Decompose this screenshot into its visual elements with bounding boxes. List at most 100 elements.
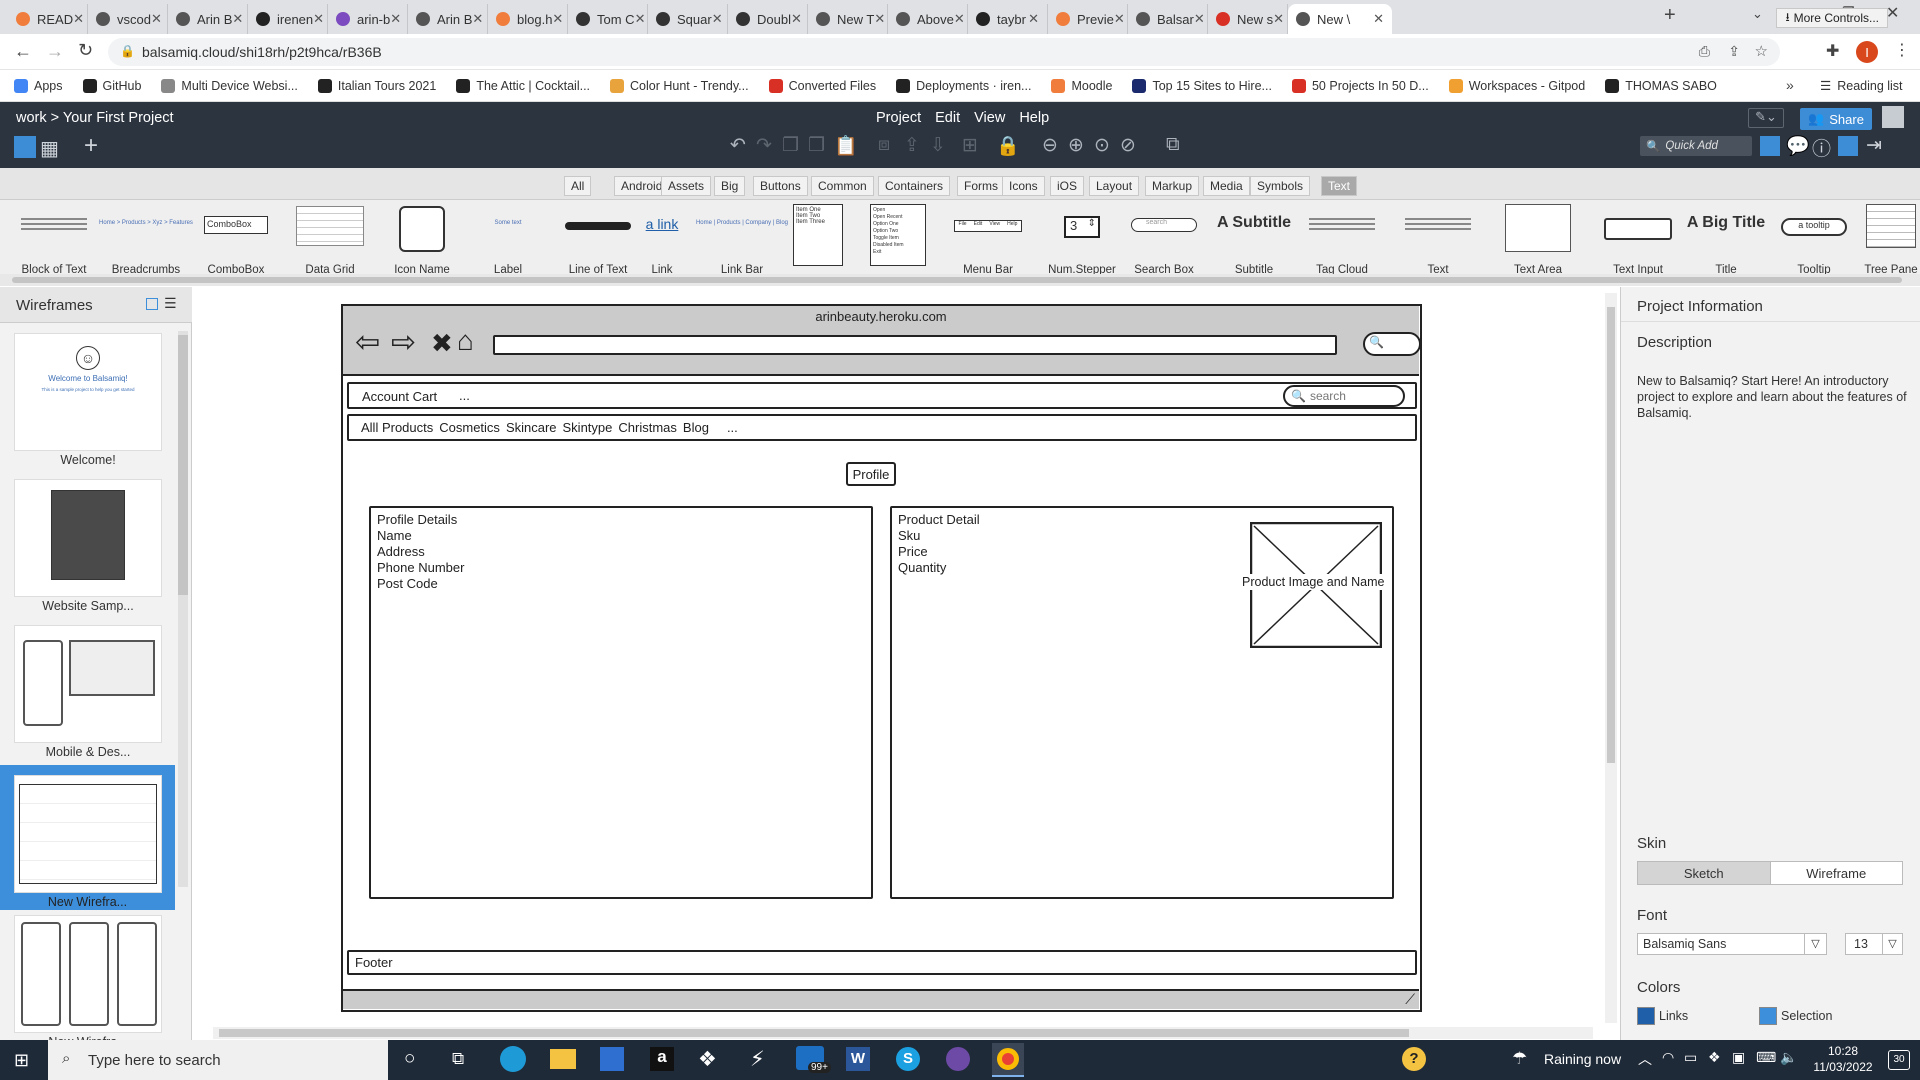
selection-color-swatch[interactable]: Selection	[1759, 1007, 1832, 1025]
wireframes-scrollbar[interactable]	[178, 331, 188, 887]
library-scrollbar[interactable]	[0, 274, 1920, 286]
browser-tab[interactable]: Squar ✕	[648, 4, 728, 34]
bookmark-item[interactable]: Italian Tours 2021	[317, 78, 436, 93]
wireframe-page-item[interactable]: ☺ Welcome to Balsamiq! This is a sample pr…	[14, 333, 162, 473]
wireframe-page-item[interactable]: New Wirefra...	[14, 915, 162, 1055]
close-tab-icon[interactable]: ✕	[1114, 11, 1125, 27]
file-explorer-icon[interactable]	[550, 1049, 576, 1069]
dropbox-tray-icon[interactable]: ❖	[1708, 1049, 1721, 1066]
library-item-line-of-text[interactable]: Line of Text	[556, 200, 640, 284]
bookmark-item[interactable]: Apps	[14, 78, 63, 93]
presentation-icon[interactable]: ⧉	[1166, 134, 1180, 156]
notification-badge[interactable]: 30	[1888, 1050, 1910, 1070]
info-icon[interactable]: ⓘ	[1812, 134, 1831, 161]
menu-project[interactable]: Project	[876, 110, 921, 126]
tab-search-icon[interactable]: ⌄	[1752, 6, 1763, 22]
close-tab-icon[interactable]: ✕	[313, 11, 324, 27]
actual-size-icon[interactable]: ⊙	[1094, 134, 1110, 157]
user-avatar[interactable]	[1882, 106, 1904, 128]
library-item-tree-pane[interactable]: Tree Pane	[1862, 200, 1920, 284]
font-size-select[interactable]: 13 ▽	[1845, 933, 1903, 955]
dropbox-icon[interactable]: ❖	[698, 1047, 717, 1072]
library-item-link[interactable]: a link Link	[632, 200, 692, 284]
bookmark-item[interactable]: Workspaces - Gitpod	[1448, 78, 1585, 93]
library-tab-symbols[interactable]: Symbols	[1250, 176, 1311, 196]
forward-icon[interactable]: →	[46, 41, 64, 62]
edit-mode-icon[interactable]: ✎⌄	[1748, 108, 1784, 128]
close-tab-icon[interactable]: ✕	[954, 11, 965, 27]
canvas-h-scroll-thumb[interactable]	[219, 1029, 1409, 1037]
edge-icon[interactable]	[500, 1046, 526, 1072]
bookmark-item[interactable]: Deployments · iren...	[896, 78, 1031, 93]
library-item-menu-bar[interactable]: File Edit View Help Menu Bar	[946, 200, 1030, 284]
add-wireframe-icon[interactable]: +	[84, 132, 98, 160]
ui-library-icon[interactable]	[1760, 136, 1780, 156]
bookmark-item[interactable]: Moodle	[1051, 78, 1112, 93]
word-icon[interactable]: W	[846, 1047, 870, 1071]
library-item-text-input[interactable]: Text Input	[1596, 200, 1680, 284]
clock[interactable]: 10:28 11/03/2022	[1804, 1043, 1882, 1075]
library-item-combobox[interactable]: ComboBox ComboBox	[194, 200, 278, 284]
bookmark-item[interactable]: GitHub	[82, 78, 141, 93]
skype-icon[interactable]: S	[896, 1047, 920, 1071]
close-tab-icon[interactable]: ✕	[1273, 11, 1284, 27]
zoom-out-icon[interactable]: ⊖	[1042, 134, 1058, 157]
browser-tab[interactable]: Above ✕	[888, 4, 968, 34]
library-item-search-box[interactable]: search Search Box	[1122, 200, 1206, 284]
browser-tab[interactable]: Previe ✕	[1048, 4, 1128, 34]
display-icon[interactable]: ▣	[1732, 1049, 1745, 1066]
full-screen-icon[interactable]: ⇥	[1866, 134, 1882, 157]
library-item-data-grid[interactable]: Data Grid	[288, 200, 372, 284]
close-tab-icon[interactable]: ✕	[1194, 11, 1205, 27]
paste-icon[interactable]: 📋	[834, 134, 858, 158]
close-tab-icon[interactable]: ✕	[552, 11, 563, 27]
browser-tab[interactable]: Doubl ✕	[728, 4, 808, 34]
close-tab-icon[interactable]: ✕	[874, 11, 885, 27]
extensions-icon[interactable]: ✚	[1826, 41, 1839, 61]
close-tab-icon[interactable]: ✕	[151, 11, 162, 27]
library-tab-markup[interactable]: Markup	[1145, 176, 1200, 196]
align-icon[interactable]: ⊞	[962, 134, 978, 157]
copy-icon[interactable]: ❐	[782, 134, 799, 157]
library-tab-buttons[interactable]: Buttons	[753, 176, 808, 196]
skin-sketch-option[interactable]: Sketch	[1638, 862, 1770, 884]
amazon-icon[interactable]: a	[650, 1047, 674, 1071]
windows-start-icon[interactable]: ⊞	[14, 1050, 29, 1071]
browser-tab[interactable]: READ ✕	[8, 4, 88, 34]
canvas-v-scrollbar[interactable]	[1605, 293, 1617, 1023]
more-bookmarks-icon[interactable]: »	[1786, 77, 1794, 93]
grid-view-icon[interactable]: ▦	[40, 136, 59, 161]
slack-bolt-icon[interactable]: ⚡	[750, 1047, 765, 1072]
font-family-select[interactable]: Balsamiq Sans ▽	[1637, 933, 1827, 955]
wireframe-page-item[interactable]: New Wirefra...	[0, 765, 175, 910]
library-scroll-thumb[interactable]	[12, 277, 1902, 283]
wireframe-browser-window[interactable]: arinbeauty.heroku.com ⇦ ⇨ ✖ ⌂ 🔍 Account …	[341, 304, 1422, 1012]
library-tab-icons[interactable]: Icons	[1002, 176, 1045, 196]
wireframes-scroll-thumb[interactable]	[178, 335, 188, 595]
wireframe-canvas[interactable]: arinbeauty.heroku.com ⇦ ⇨ ✖ ⌂ 🔍 Account …	[193, 287, 1617, 1045]
bookmark-item[interactable]: Color Hunt - Trendy...	[610, 78, 749, 93]
bookmark-item[interactable]: THOMAS SABO	[1605, 78, 1717, 93]
single-view-icon[interactable]	[14, 136, 36, 158]
share-icon[interactable]: ⇪	[1728, 43, 1740, 60]
lock-icon[interactable]: 🔒	[996, 134, 1020, 158]
list-view-icon[interactable]: ☰	[164, 295, 177, 312]
wireframe-page-item[interactable]: Mobile & Des...	[14, 625, 162, 765]
library-item-text-area[interactable]: Text Area	[1496, 200, 1580, 284]
project-breadcrumb[interactable]: work > Your First Project	[16, 110, 174, 126]
close-tab-icon[interactable]: ✕	[791, 11, 802, 27]
bookmark-star-icon[interactable]: ☆	[1755, 42, 1768, 60]
close-tab-icon[interactable]: ✕	[472, 11, 483, 27]
library-item-block-of-text[interactable]: Block of Text	[12, 200, 96, 284]
library-item-list-9[interactable]: Item One Item Two Item Three	[790, 200, 846, 284]
browser-tab[interactable]: taybr ✕	[968, 4, 1048, 34]
library-item-text[interactable]: Text	[1396, 200, 1480, 284]
library-item-list-10[interactable]: Open Open Recent Option One Option Two Toggl…	[866, 200, 930, 284]
battery-icon[interactable]: ▭	[1684, 1049, 1697, 1066]
undo-icon[interactable]: ↶	[730, 134, 746, 157]
skin-wireframe-option[interactable]: Wireframe	[1769, 862, 1902, 884]
close-tab-icon[interactable]: ✕	[1373, 11, 1384, 27]
close-tab-icon[interactable]: ✕	[1028, 11, 1039, 27]
canvas-h-scrollbar[interactable]	[213, 1027, 1593, 1039]
library-tab-media[interactable]: Media	[1203, 176, 1250, 196]
